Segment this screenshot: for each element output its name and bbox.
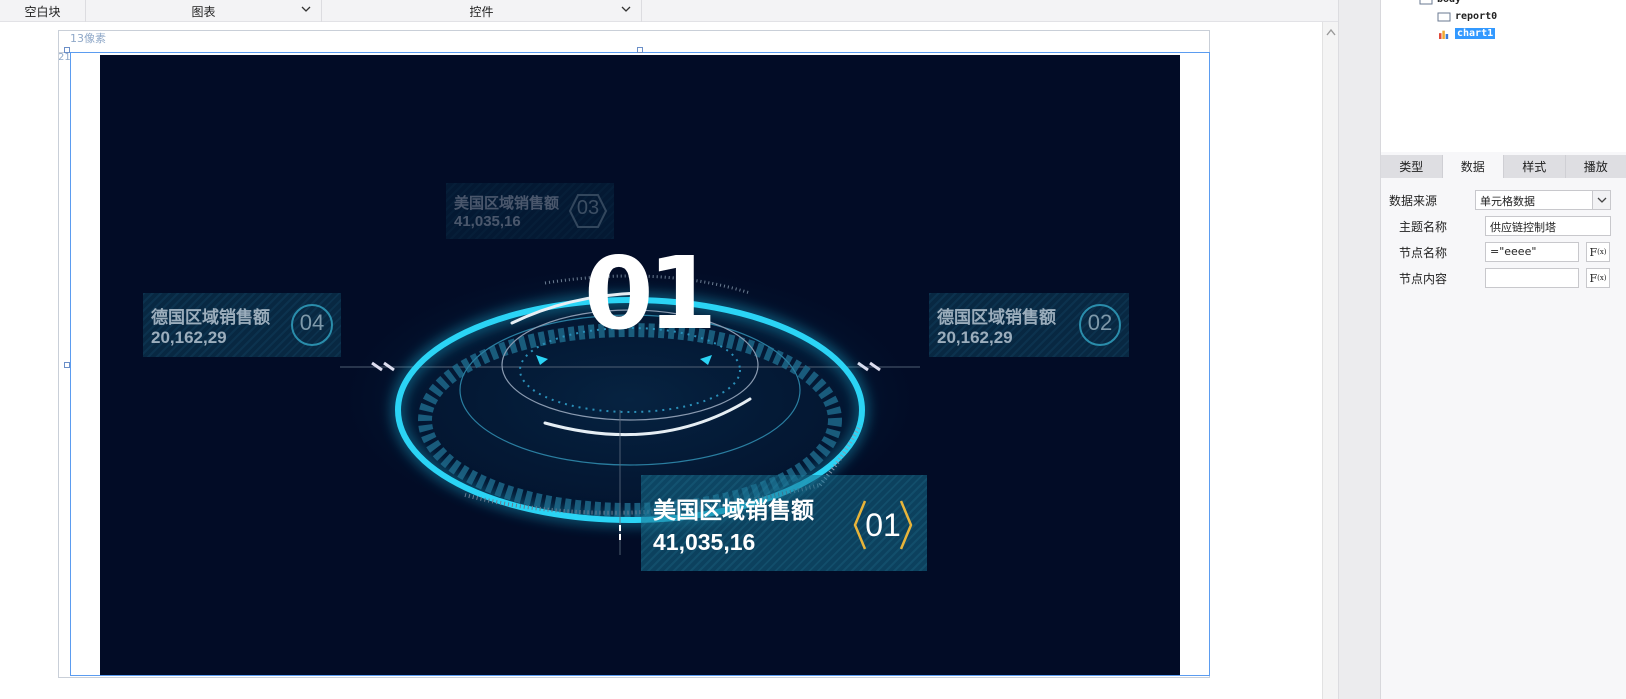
card-badge-number: 02 xyxy=(1087,310,1113,335)
card-title: 德国区域销售额 xyxy=(151,307,270,327)
tab-label: 数据 xyxy=(1460,160,1485,174)
data-source-select[interactable]: 单元格数据 xyxy=(1475,190,1611,210)
widget-tree: body report0 chart1 xyxy=(1381,0,1626,152)
data-source-label: 数据来源 xyxy=(1389,193,1438,208)
blank-block-label: 空白块 xyxy=(24,4,61,19)
tab-style[interactable]: 样式 xyxy=(1504,155,1566,178)
tree-item-body[interactable]: body xyxy=(1419,0,1461,5)
chevron-down-icon xyxy=(621,6,631,12)
tree-item-label: body xyxy=(1437,0,1461,5)
tab-label: 类型 xyxy=(1399,160,1424,174)
ruler-size-label: 13像素 xyxy=(70,32,106,45)
node-content-label: 节点内容 xyxy=(1399,271,1448,286)
tab-data[interactable]: 数据 xyxy=(1442,155,1504,178)
node-name-formula-button[interactable]: F (x) xyxy=(1586,242,1610,262)
center-big-number: 01 xyxy=(584,235,717,352)
property-tabs: 类型 数据 样式 播放 xyxy=(1381,155,1626,178)
theme-name-label: 主题名称 xyxy=(1399,219,1448,234)
region-card-03: 美国区域销售额 41,035,16 03 xyxy=(446,183,614,239)
resize-handle[interactable] xyxy=(64,362,70,368)
card-badge-number: 03 xyxy=(576,197,600,219)
card-title: 美国区域销售额 xyxy=(454,195,560,212)
page-icon xyxy=(1419,0,1433,4)
hud-ring-graphic xyxy=(330,260,930,555)
chevron-down-icon xyxy=(301,6,311,12)
card-badge-number: 04 xyxy=(299,310,325,335)
card-value: 41,035,16 xyxy=(653,528,756,555)
card-title: 美国区域销售额 xyxy=(653,496,814,523)
tree-item-label: report0 xyxy=(1455,11,1498,22)
tree-item-label: chart1 xyxy=(1455,28,1496,39)
dropdown-button[interactable] xyxy=(1592,191,1610,209)
widget-toolbar: 空白块 图表 控件 xyxy=(0,0,1340,22)
card-title: 德国区域销售额 xyxy=(937,307,1056,327)
fx-label: F xyxy=(1589,271,1598,285)
region-card-01: 美国区域销售额 41,035,16 01 xyxy=(641,475,927,571)
theme-name-value: 供应链控制塔 xyxy=(1490,221,1556,234)
chart-dropdown-label: 图表 xyxy=(191,4,216,19)
card-badge-number: 01 xyxy=(865,507,901,543)
node-content-formula-button[interactable]: F (x) xyxy=(1586,268,1610,288)
widget-dropdown-label: 控件 xyxy=(469,4,494,19)
card-value: 20,162,29 xyxy=(937,327,1013,347)
node-content-input[interactable] xyxy=(1485,268,1579,288)
resize-handle[interactable] xyxy=(64,47,70,53)
panel-divider-strip xyxy=(1338,0,1380,699)
data-source-value: 单元格数据 xyxy=(1480,195,1535,208)
node-name-row: 节点名称 ="eeee" F (x) xyxy=(1381,240,1626,264)
tree-item-report0[interactable]: report0 xyxy=(1437,11,1497,22)
top-margin-area xyxy=(58,30,1210,52)
node-content-row: 节点内容 F (x) xyxy=(1381,266,1626,290)
data-source-row: 数据来源 单元格数据 xyxy=(1381,188,1626,212)
node-name-value: ="eeee" xyxy=(1490,245,1537,258)
canvas-vertical-scrollbar[interactable] xyxy=(1322,22,1338,699)
region-card-04: 德国区域销售额 20,162,29 04 xyxy=(143,293,341,357)
fx-icon: (x) xyxy=(1597,248,1607,256)
chevron-down-icon xyxy=(1597,197,1607,203)
tree-item-chart1[interactable]: chart1 xyxy=(1437,28,1496,39)
fx-label: F xyxy=(1589,245,1598,259)
widget-dropdown[interactable]: 控件 xyxy=(322,0,642,22)
report-icon xyxy=(1437,12,1451,21)
theme-name-row: 主题名称 供应链控制塔 xyxy=(1381,214,1626,238)
node-name-label: 节点名称 xyxy=(1399,245,1448,260)
theme-name-input[interactable]: 供应链控制塔 xyxy=(1485,216,1611,236)
fx-icon: (x) xyxy=(1597,274,1607,282)
card-value: 20,162,29 xyxy=(151,327,227,347)
chart-icon xyxy=(1439,30,1449,39)
chart-dropdown[interactable]: 图表 xyxy=(86,0,322,22)
chart1-widget[interactable]: 01 美国区域销售额 41,035,16 03 德国区域销售额 20,162,2… xyxy=(100,55,1180,675)
tab-play[interactable]: 播放 xyxy=(1566,155,1626,178)
node-name-input[interactable]: ="eeee" xyxy=(1485,242,1579,262)
resize-handle[interactable] xyxy=(637,47,643,53)
tab-label: 样式 xyxy=(1522,160,1547,174)
tab-label: 播放 xyxy=(1583,160,1608,174)
properties-panel: body report0 chart1 类型 数据 样式 播放 数据来源 单元格… xyxy=(1380,0,1626,699)
region-card-02: 德国区域销售额 20,162,29 02 xyxy=(929,293,1129,357)
scroll-up-arrow-icon[interactable] xyxy=(1326,28,1336,36)
card-value: 41,035,16 xyxy=(454,213,521,230)
tab-type[interactable]: 类型 xyxy=(1381,155,1443,178)
blank-block-tool[interactable]: 空白块 xyxy=(0,0,86,22)
